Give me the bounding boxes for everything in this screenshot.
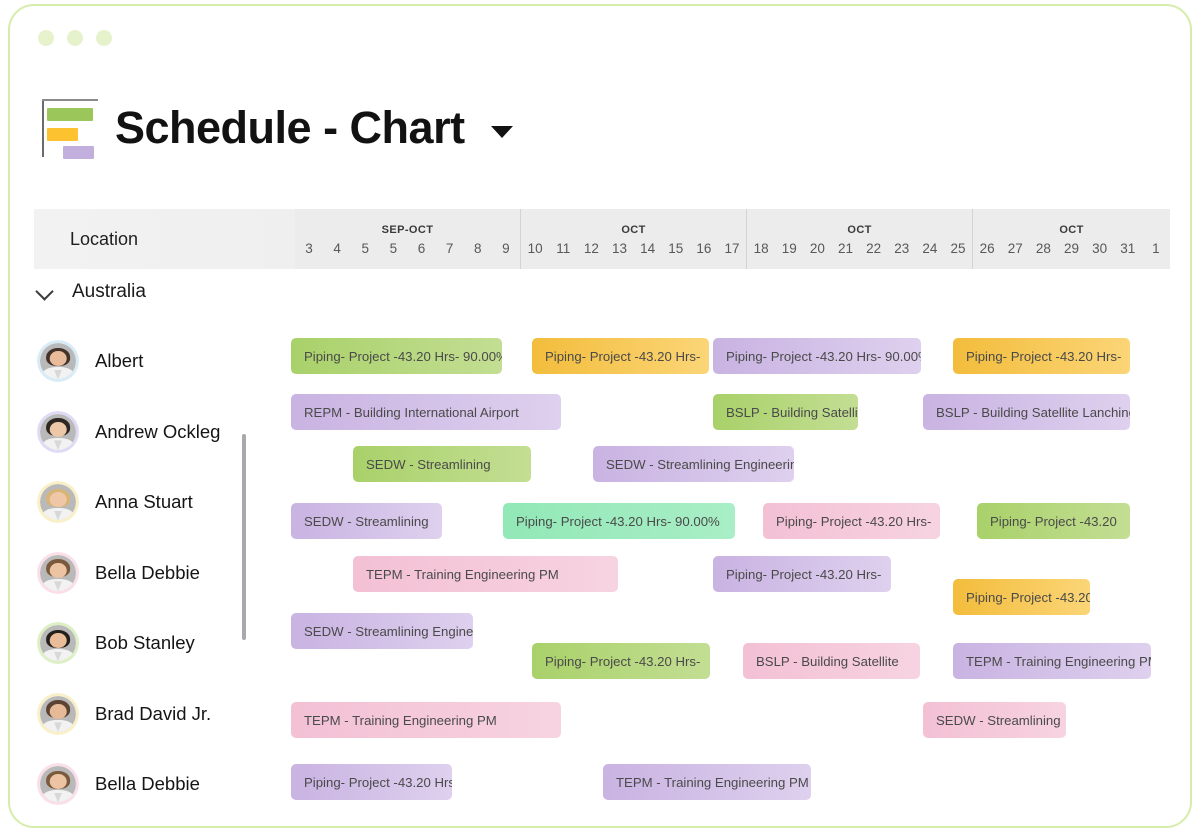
gantt-task-bar[interactable]: SEDW - Streamlining Engineer-: [291, 613, 473, 649]
timeline-day-cell[interactable]: 27: [1001, 241, 1029, 256]
timeline-day-cell[interactable]: 30: [1086, 241, 1114, 256]
gantt-task-bar[interactable]: SEDW - Streamlining Engineering: [593, 446, 794, 482]
timeline-day-row: 26 27 28 29 30 31 1: [973, 236, 1170, 269]
timeline-day-cell[interactable]: 14: [634, 241, 662, 256]
timeline-day-cell[interactable]: 24: [916, 241, 944, 256]
timeline-period-group: OCT 18 19 20 21 22 23 24 25: [746, 209, 972, 269]
group-row-label: Australia: [72, 281, 146, 302]
timeline-period-group: SEP-OCT 3 4 5 5 6 7 8 9: [295, 209, 520, 269]
gantt-task-bar[interactable]: Piping- Project -43.20 Hrs- 90.00%: [503, 503, 735, 539]
timeline-day-cell[interactable]: 17: [718, 241, 746, 256]
location-column-header[interactable]: Location: [34, 209, 295, 269]
timeline-period-label: OCT: [621, 224, 646, 236]
gantt-task-bar[interactable]: SEDW - Streamlining: [291, 503, 442, 539]
timeline-day-cell[interactable]: 11: [549, 241, 577, 256]
timeline-day-cell[interactable]: 29: [1057, 241, 1085, 256]
gantt-task-bar[interactable]: BSLP - Building Satellite Lanching: [923, 394, 1130, 430]
timeline-period-label: SEP-OCT: [381, 224, 434, 236]
gantt-task-bar[interactable]: Piping- Project -43.20 Hrs-: [713, 556, 891, 592]
timeline-day-row: 18 19 20 21 22 23 24 25: [747, 236, 972, 269]
gantt-task-bar[interactable]: Piping- Project -43.20 Hrs- 90.00%: [291, 338, 502, 374]
gantt-task-bar[interactable]: BSLP - Building Satellite: [743, 643, 920, 679]
chevron-down-icon[interactable]: [490, 126, 513, 138]
chevron-down-icon[interactable]: [34, 281, 56, 303]
timeline-day-cell[interactable]: 15: [662, 241, 690, 256]
location-column-label: Location: [70, 228, 139, 249]
gantt-task-bar[interactable]: TEPM - Training Engineering PM: [953, 643, 1151, 679]
window-dot-maximize[interactable]: [96, 30, 112, 46]
gantt-task-bar[interactable]: Piping- Project -43.20 Hrs-: [532, 643, 710, 679]
period-strip: SEP-OCT 3 4 5 5 6 7 8 9 OCT 10 11 12 13 14 15 16 17 OCT 18 1…: [295, 209, 1170, 269]
timeline-day-cell[interactable]: 3: [295, 241, 323, 256]
gantt-task-bar[interactable]: Piping- Project -43.20 Hrs-: [953, 338, 1130, 374]
timeline-day-row: 10 11 12 13 14 15 16 17: [521, 236, 746, 269]
timeline-day-cell[interactable]: 21: [831, 241, 859, 256]
page-header: Schedule - Chart: [39, 97, 513, 159]
timeline-day-cell[interactable]: 4: [323, 241, 351, 256]
gantt-chart-canvas: Piping- Project -43.20 Hrs- 90.00% Piping…: [10, 326, 1190, 826]
gantt-task-bar[interactable]: Piping- Project -43.20 Hrs-: [291, 764, 452, 800]
timeline-day-cell[interactable]: 8: [464, 241, 492, 256]
gantt-task-bar[interactable]: Piping- Project -43.20: [977, 503, 1130, 539]
gantt-task-bar[interactable]: Piping- Project -43.20 Hrs- 90.00%: [713, 338, 921, 374]
timeline-day-cell[interactable]: 26: [973, 241, 1001, 256]
timeline-day-cell[interactable]: 9: [492, 241, 520, 256]
gantt-task-bar[interactable]: SEDW - Streamlining: [923, 702, 1066, 738]
timeline-period-label: OCT: [1059, 224, 1084, 236]
timeline-day-cell[interactable]: 7: [436, 241, 464, 256]
page-title: Schedule - Chart: [115, 102, 465, 153]
timeline-day-cell[interactable]: 20: [803, 241, 831, 256]
app-window: Schedule - Chart Location SEP-OCT 3 4 5 5 6 7 8…: [8, 4, 1192, 828]
timeline-day-cell[interactable]: 25: [944, 241, 972, 256]
group-row-australia[interactable]: Australia: [34, 281, 146, 303]
gantt-task-bar[interactable]: TEPM - Training Engineering PM: [603, 764, 811, 800]
gantt-task-bar[interactable]: TEPM - Training Engineering PM: [353, 556, 618, 592]
gantt-task-bar[interactable]: Piping- Project -43.20 Hrs-: [532, 338, 709, 374]
window-dot-close[interactable]: [38, 30, 54, 46]
timeline-day-cell[interactable]: 18: [747, 241, 775, 256]
gantt-task-bar[interactable]: SEDW - Streamlining: [353, 446, 531, 482]
timeline-header: Location SEP-OCT 3 4 5 5 6 7 8 9 OCT 10 11 12 13 14 15 1…: [34, 209, 1170, 269]
gantt-task-bar[interactable]: REPM - Building International Airport: [291, 394, 561, 430]
gantt-task-bar[interactable]: Piping- Project -43.20: [953, 579, 1090, 615]
timeline-day-row: 34556789: [295, 236, 520, 269]
bar-chart-logo-icon: [39, 97, 101, 159]
timeline-day-cell[interactable]: 28: [1029, 241, 1057, 256]
timeline-day-cell[interactable]: 10: [521, 241, 549, 256]
timeline-day-cell[interactable]: 23: [888, 241, 916, 256]
window-dot-minimize[interactable]: [67, 30, 83, 46]
timeline-period-group: OCT 10 11 12 13 14 15 16 17: [520, 209, 746, 269]
timeline-day-cell[interactable]: 22: [860, 241, 888, 256]
timeline-day-cell[interactable]: 5: [379, 241, 407, 256]
timeline-day-cell[interactable]: 13: [605, 241, 633, 256]
timeline-day-cell[interactable]: 6: [408, 241, 436, 256]
timeline-day-cell[interactable]: 1: [1142, 241, 1170, 256]
timeline-day-cell[interactable]: 5: [351, 241, 379, 256]
gantt-task-bar[interactable]: BSLP - Building Satellite: [713, 394, 858, 430]
timeline-period-group: OCT 26 27 28 29 30 31 1: [972, 209, 1170, 269]
window-controls: [38, 30, 112, 46]
timeline-day-cell[interactable]: 16: [690, 241, 718, 256]
timeline-period-label: OCT: [847, 224, 872, 236]
gantt-task-bar[interactable]: TEPM - Training Engineering PM: [291, 702, 561, 738]
gantt-task-bar[interactable]: Piping- Project -43.20 Hrs-: [763, 503, 940, 539]
timeline-day-cell[interactable]: 19: [775, 241, 803, 256]
timeline-day-cell[interactable]: 12: [577, 241, 605, 256]
timeline-day-cell[interactable]: 31: [1114, 241, 1142, 256]
